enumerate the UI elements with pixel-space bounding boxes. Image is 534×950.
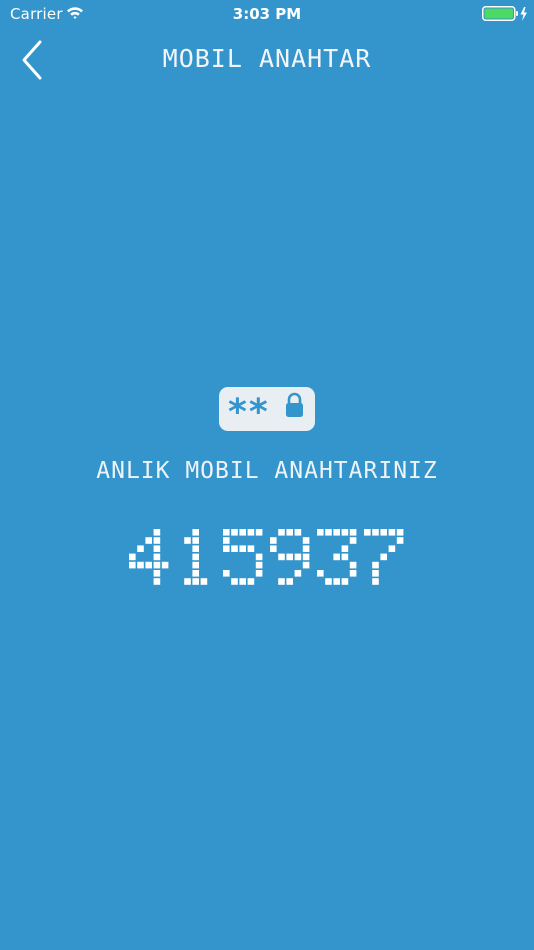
charging-bolt-icon (520, 7, 527, 21)
dot-matrix-code (129, 529, 404, 585)
asterisks-text: ** (228, 392, 270, 431)
password-badge: ** (219, 387, 315, 433)
instant-key-label: ANLIK MOBIL ANAHTARINIZ (96, 458, 438, 484)
code-digit-5 (317, 529, 357, 585)
code-digit-1 (129, 529, 169, 585)
code-digit-2 (184, 529, 208, 585)
navigation-bar: MOBIL ANAHTAR (0, 28, 534, 88)
mobile-key-code (0, 525, 534, 589)
password-lock-icon: ** (228, 392, 303, 433)
code-digit-4 (270, 529, 310, 585)
battery-icon (482, 6, 530, 26)
status-time: 3:03 PM (232, 5, 302, 23)
page-title: MOBIL ANAHTAR (162, 44, 372, 73)
code-digit-6 (364, 529, 404, 585)
code-digit-3 (223, 529, 263, 585)
status-bar: Carrier 3:03 PM (0, 0, 534, 28)
